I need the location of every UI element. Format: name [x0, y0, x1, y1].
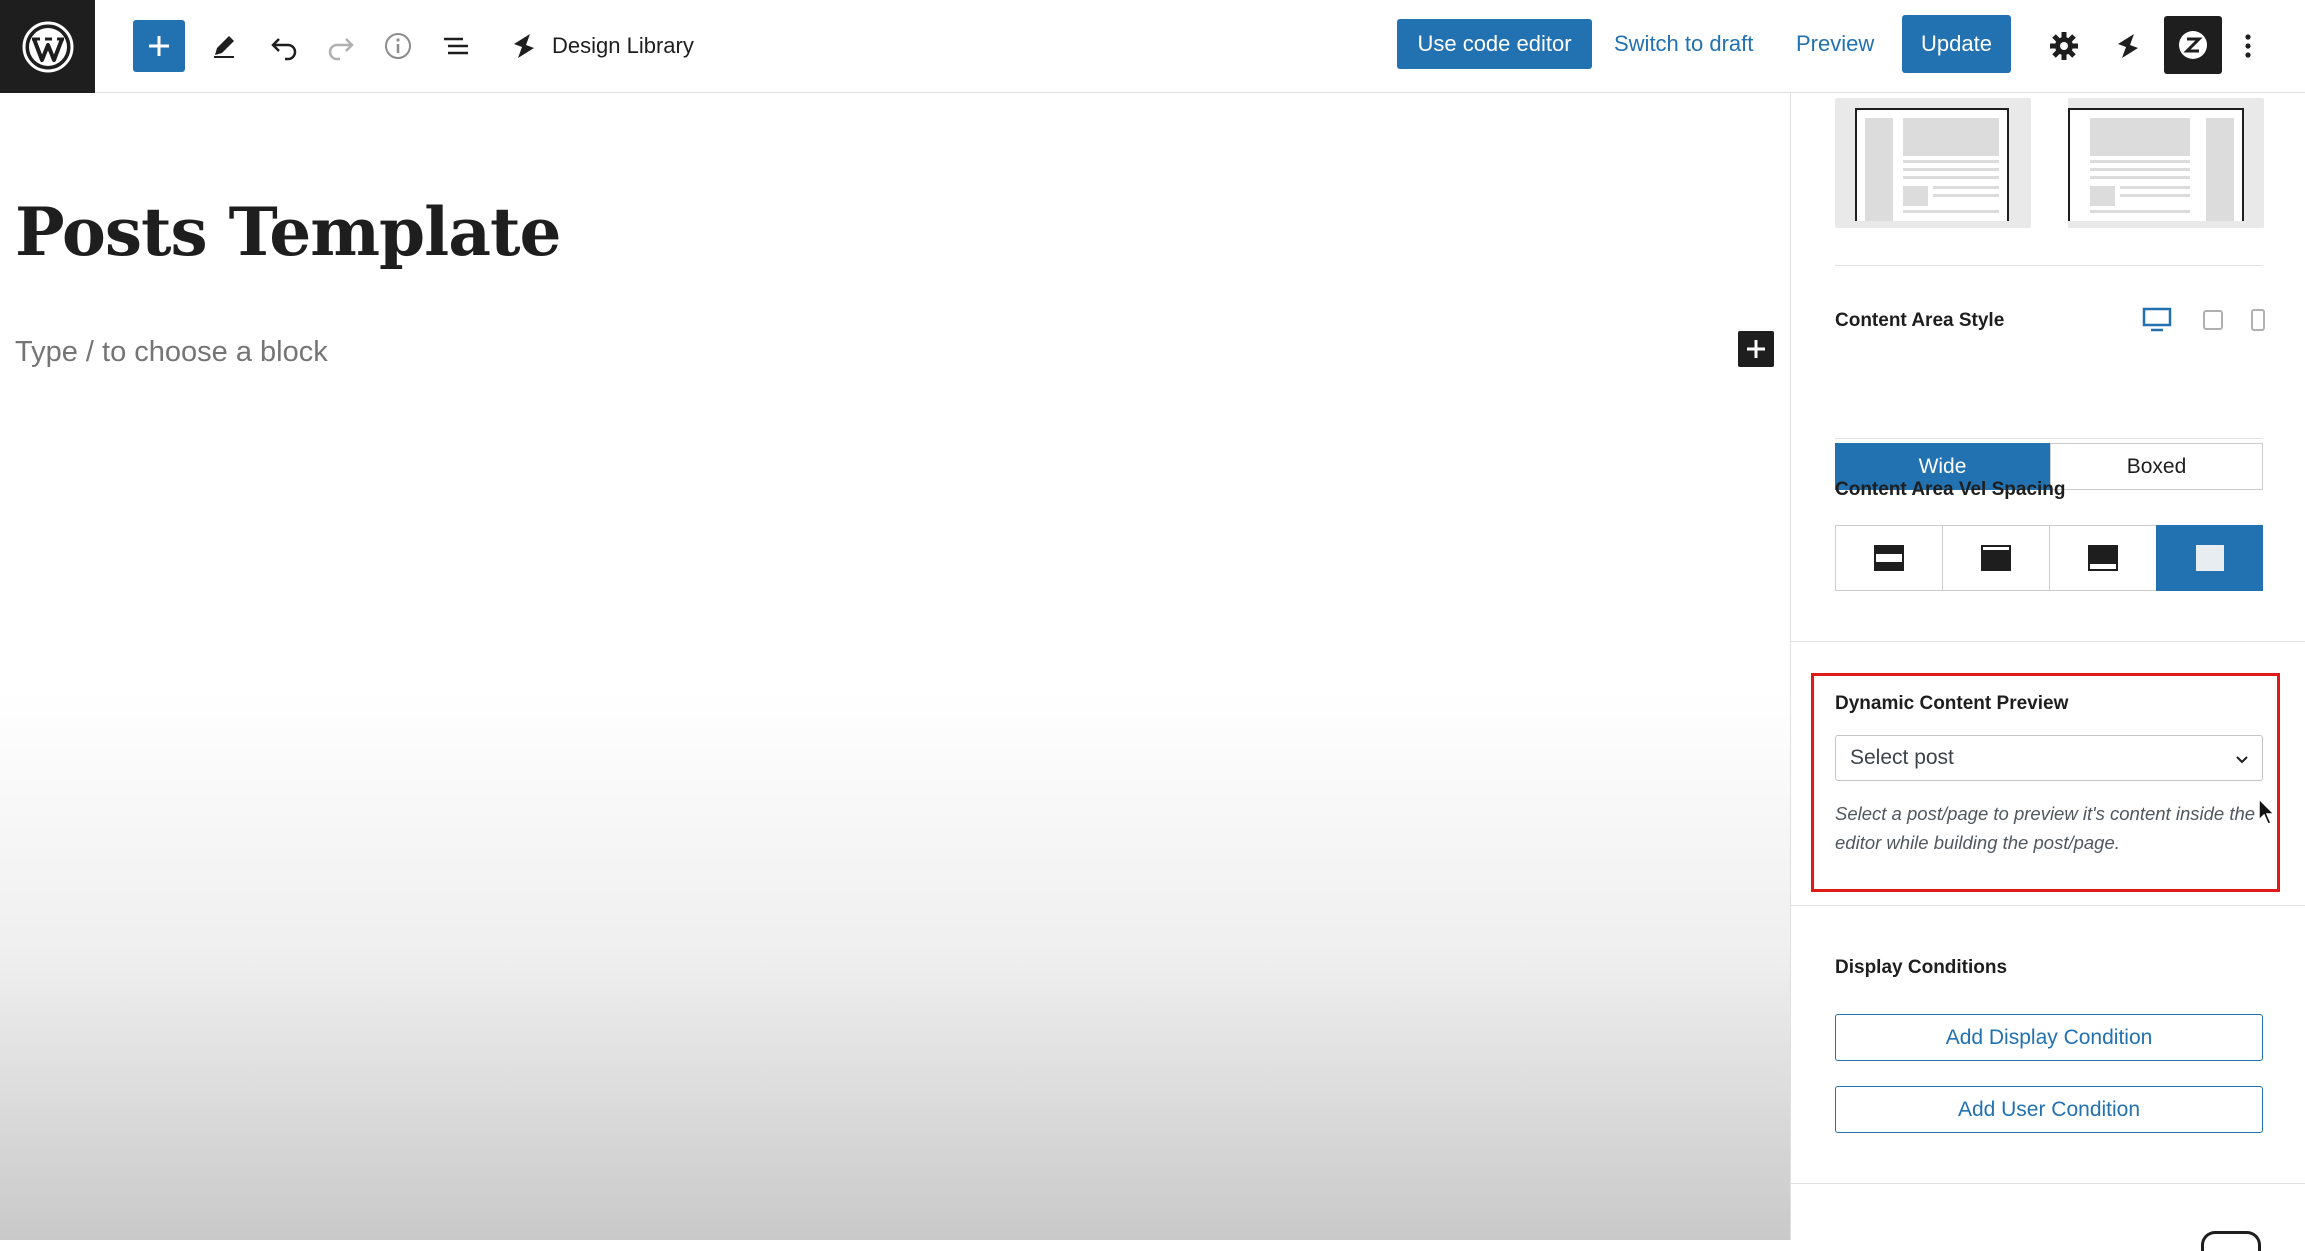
toggle-switch[interactable] — [2201, 1231, 2261, 1251]
update-button[interactable]: Update — [1902, 15, 2011, 73]
tablet-icon[interactable] — [2201, 308, 2225, 337]
style-option-boxed[interactable]: Boxed — [2050, 443, 2263, 490]
select-post-dropdown[interactable]: Select post — [1835, 735, 2263, 781]
settings-sidebar: Content Area Style Wide Boxed Content Ar… — [1790, 93, 2305, 1251]
desktop-icon[interactable] — [2142, 307, 2172, 338]
more-options-icon[interactable] — [2228, 20, 2268, 72]
plugin-badge-icon[interactable] — [2164, 16, 2222, 74]
redo-icon[interactable] — [315, 20, 367, 72]
display-conditions-label: Display Conditions — [1835, 957, 2008, 978]
spacing-option-top[interactable] — [1942, 525, 2050, 591]
editor-canvas: Posts Template Type / to choose a block — [0, 93, 1790, 1240]
spacing-option-top-bottom[interactable] — [1835, 525, 1943, 591]
chevron-down-icon — [2234, 750, 2250, 774]
layout-option-left-sidebar[interactable] — [1835, 98, 2031, 228]
inline-add-block-button[interactable] — [1738, 331, 1774, 367]
pencil-icon[interactable] — [198, 20, 250, 72]
section-separator — [1791, 1183, 2305, 1184]
settings-gear-icon[interactable] — [2038, 20, 2090, 72]
mouse-cursor-icon — [2258, 797, 2276, 831]
mobile-icon[interactable] — [2249, 307, 2267, 338]
preview-button[interactable]: Preview — [1796, 19, 1874, 69]
add-user-condition-button[interactable]: Add User Condition — [1835, 1086, 2263, 1133]
stackable-settings-icon[interactable] — [2102, 20, 2154, 72]
use-code-editor-button[interactable]: Use code editor — [1397, 19, 1592, 69]
select-post-value: Select post — [1850, 746, 1954, 769]
editor-toolbar: Design Library Use code editor Switch to… — [0, 0, 2305, 93]
post-title[interactable]: Posts Template — [15, 193, 561, 271]
content-area-spacing-label: Content Area Vel Spacing — [1835, 479, 2066, 500]
spacing-option-bottom[interactable] — [2049, 525, 2157, 591]
spacing-option-none[interactable] — [2156, 525, 2263, 591]
add-display-condition-button[interactable]: Add Display Condition — [1835, 1014, 2263, 1061]
switch-to-draft-button[interactable]: Switch to draft — [1614, 19, 1753, 69]
list-view-icon[interactable] — [430, 20, 482, 72]
dynamic-content-preview-label: Dynamic Content Preview — [1835, 693, 2069, 714]
wordpress-logo-icon[interactable] — [0, 0, 95, 93]
divider — [1835, 265, 2263, 266]
divider — [1835, 438, 2263, 439]
section-separator — [1791, 905, 2305, 906]
add-block-button[interactable] — [133, 20, 185, 72]
design-library-button[interactable]: Design Library — [552, 33, 694, 59]
undo-icon[interactable] — [258, 20, 310, 72]
layout-option-right-sidebar[interactable] — [2068, 98, 2264, 228]
info-icon[interactable] — [372, 20, 424, 72]
dynamic-preview-help-text: Select a post/page to preview it's conte… — [1835, 803, 2256, 853]
stackable-logo-icon[interactable] — [498, 20, 550, 72]
section-separator — [1791, 641, 2305, 642]
content-area-style-label: Content Area Style — [1835, 310, 2005, 331]
block-placeholder[interactable]: Type / to choose a block — [15, 336, 328, 369]
